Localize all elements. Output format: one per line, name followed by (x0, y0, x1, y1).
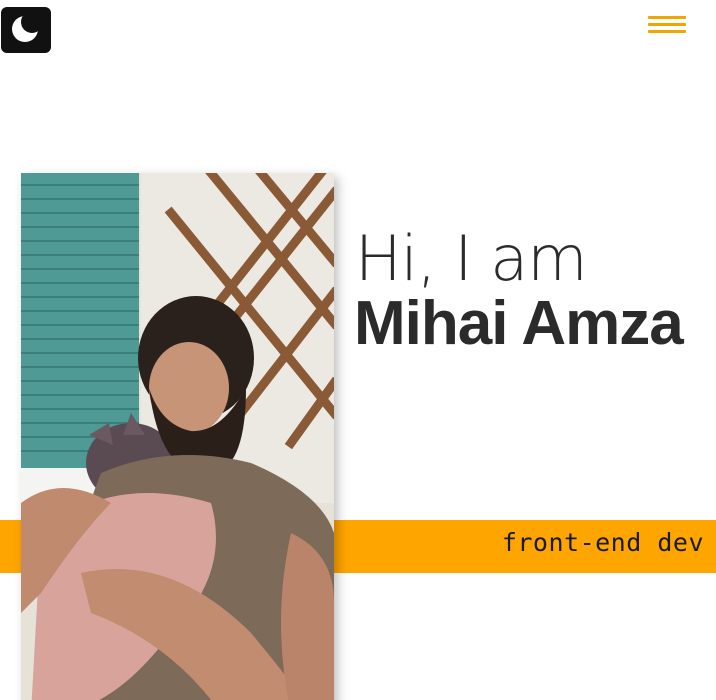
menu-bar-top (648, 16, 686, 19)
moon-icon (8, 10, 44, 51)
profile-photo (21, 173, 334, 700)
menu-bar-middle (648, 23, 686, 26)
menu-bar-bottom (648, 30, 686, 33)
hamburger-menu-icon[interactable] (645, 14, 689, 36)
role-text: front-end dev (501, 528, 704, 557)
theme-toggle-button[interactable] (1, 7, 51, 53)
hero-greeting: Hi, I am (355, 222, 588, 295)
hero-name: Mihai Amza (354, 289, 684, 358)
